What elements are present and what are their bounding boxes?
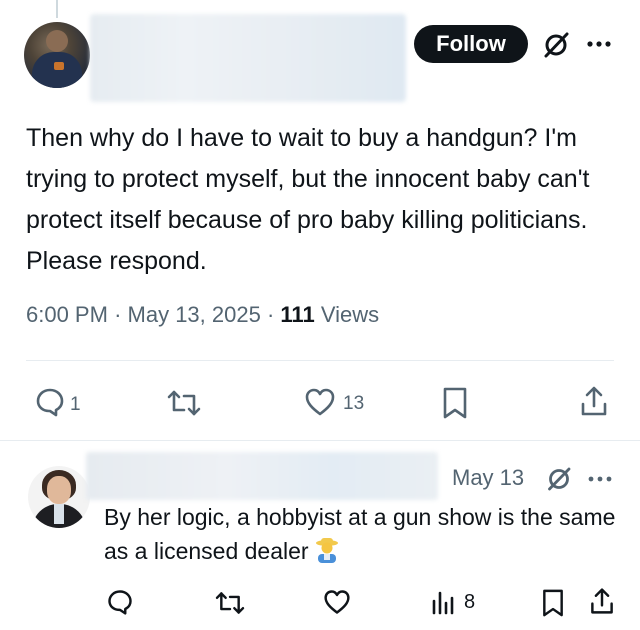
meta-separator: · bbox=[266, 302, 275, 327]
grok-icon[interactable] bbox=[546, 466, 572, 492]
share-button[interactable] bbox=[578, 384, 610, 418]
bookmark-button[interactable] bbox=[540, 588, 566, 618]
man-farmer-emoji-icon bbox=[315, 538, 338, 563]
grok-icon[interactable] bbox=[542, 31, 570, 59]
thread-connector-line bbox=[56, 0, 58, 18]
heart-icon bbox=[305, 388, 335, 416]
retweet-icon bbox=[167, 390, 201, 416]
author-avatar[interactable] bbox=[24, 22, 90, 88]
tweet-date[interactable]: May 13, 2025 bbox=[128, 302, 261, 327]
reply-icon bbox=[108, 590, 132, 615]
bookmark-button[interactable] bbox=[440, 386, 470, 420]
reply-date[interactable]: May 13 bbox=[452, 465, 524, 491]
like-button[interactable] bbox=[322, 588, 352, 616]
tweet-text: Then why do I have to wait to buy a hand… bbox=[26, 124, 590, 275]
divider bbox=[0, 440, 640, 441]
views-count: 8 bbox=[464, 590, 476, 613]
views-label: Views bbox=[320, 302, 380, 327]
follow-button[interactable]: Follow bbox=[414, 25, 528, 63]
like-count: 13 bbox=[343, 393, 365, 414]
share-icon bbox=[581, 386, 607, 416]
retweet-button[interactable] bbox=[166, 388, 202, 418]
tweet-time[interactable]: 6:00 PM bbox=[26, 302, 108, 327]
heart-icon bbox=[324, 590, 350, 614]
retweet-button[interactable] bbox=[214, 590, 246, 616]
divider bbox=[26, 360, 614, 361]
like-button[interactable]: 13 bbox=[303, 386, 364, 418]
reply-button[interactable] bbox=[106, 588, 134, 616]
reply-author-name-redacted bbox=[86, 452, 438, 500]
reply-icon bbox=[36, 388, 64, 417]
author-name-redacted bbox=[90, 14, 406, 102]
meta-separator: · bbox=[114, 302, 122, 327]
more-options-icon[interactable] bbox=[586, 472, 614, 486]
more-options-icon[interactable] bbox=[584, 36, 614, 52]
bookmark-icon bbox=[543, 589, 563, 617]
reply-author-avatar[interactable] bbox=[28, 466, 90, 528]
views-count: 111 bbox=[280, 302, 315, 327]
analytics-icon bbox=[432, 591, 454, 615]
tweet-metadata: 6:00 PM · May 13, 2025 · 111 Views bbox=[26, 302, 379, 328]
bookmark-icon bbox=[443, 387, 467, 419]
share-icon bbox=[591, 588, 613, 614]
reply-text-content: By her logic, a hobbyist at a gun show i… bbox=[104, 504, 616, 564]
reply-text: By her logic, a hobbyist at a gun show i… bbox=[104, 500, 624, 568]
retweet-icon bbox=[215, 592, 245, 614]
share-button[interactable] bbox=[588, 586, 616, 616]
reply-count: 1 bbox=[70, 394, 81, 415]
reply-button[interactable]: 1 bbox=[34, 386, 81, 418]
views-button[interactable]: 8 bbox=[430, 589, 475, 615]
